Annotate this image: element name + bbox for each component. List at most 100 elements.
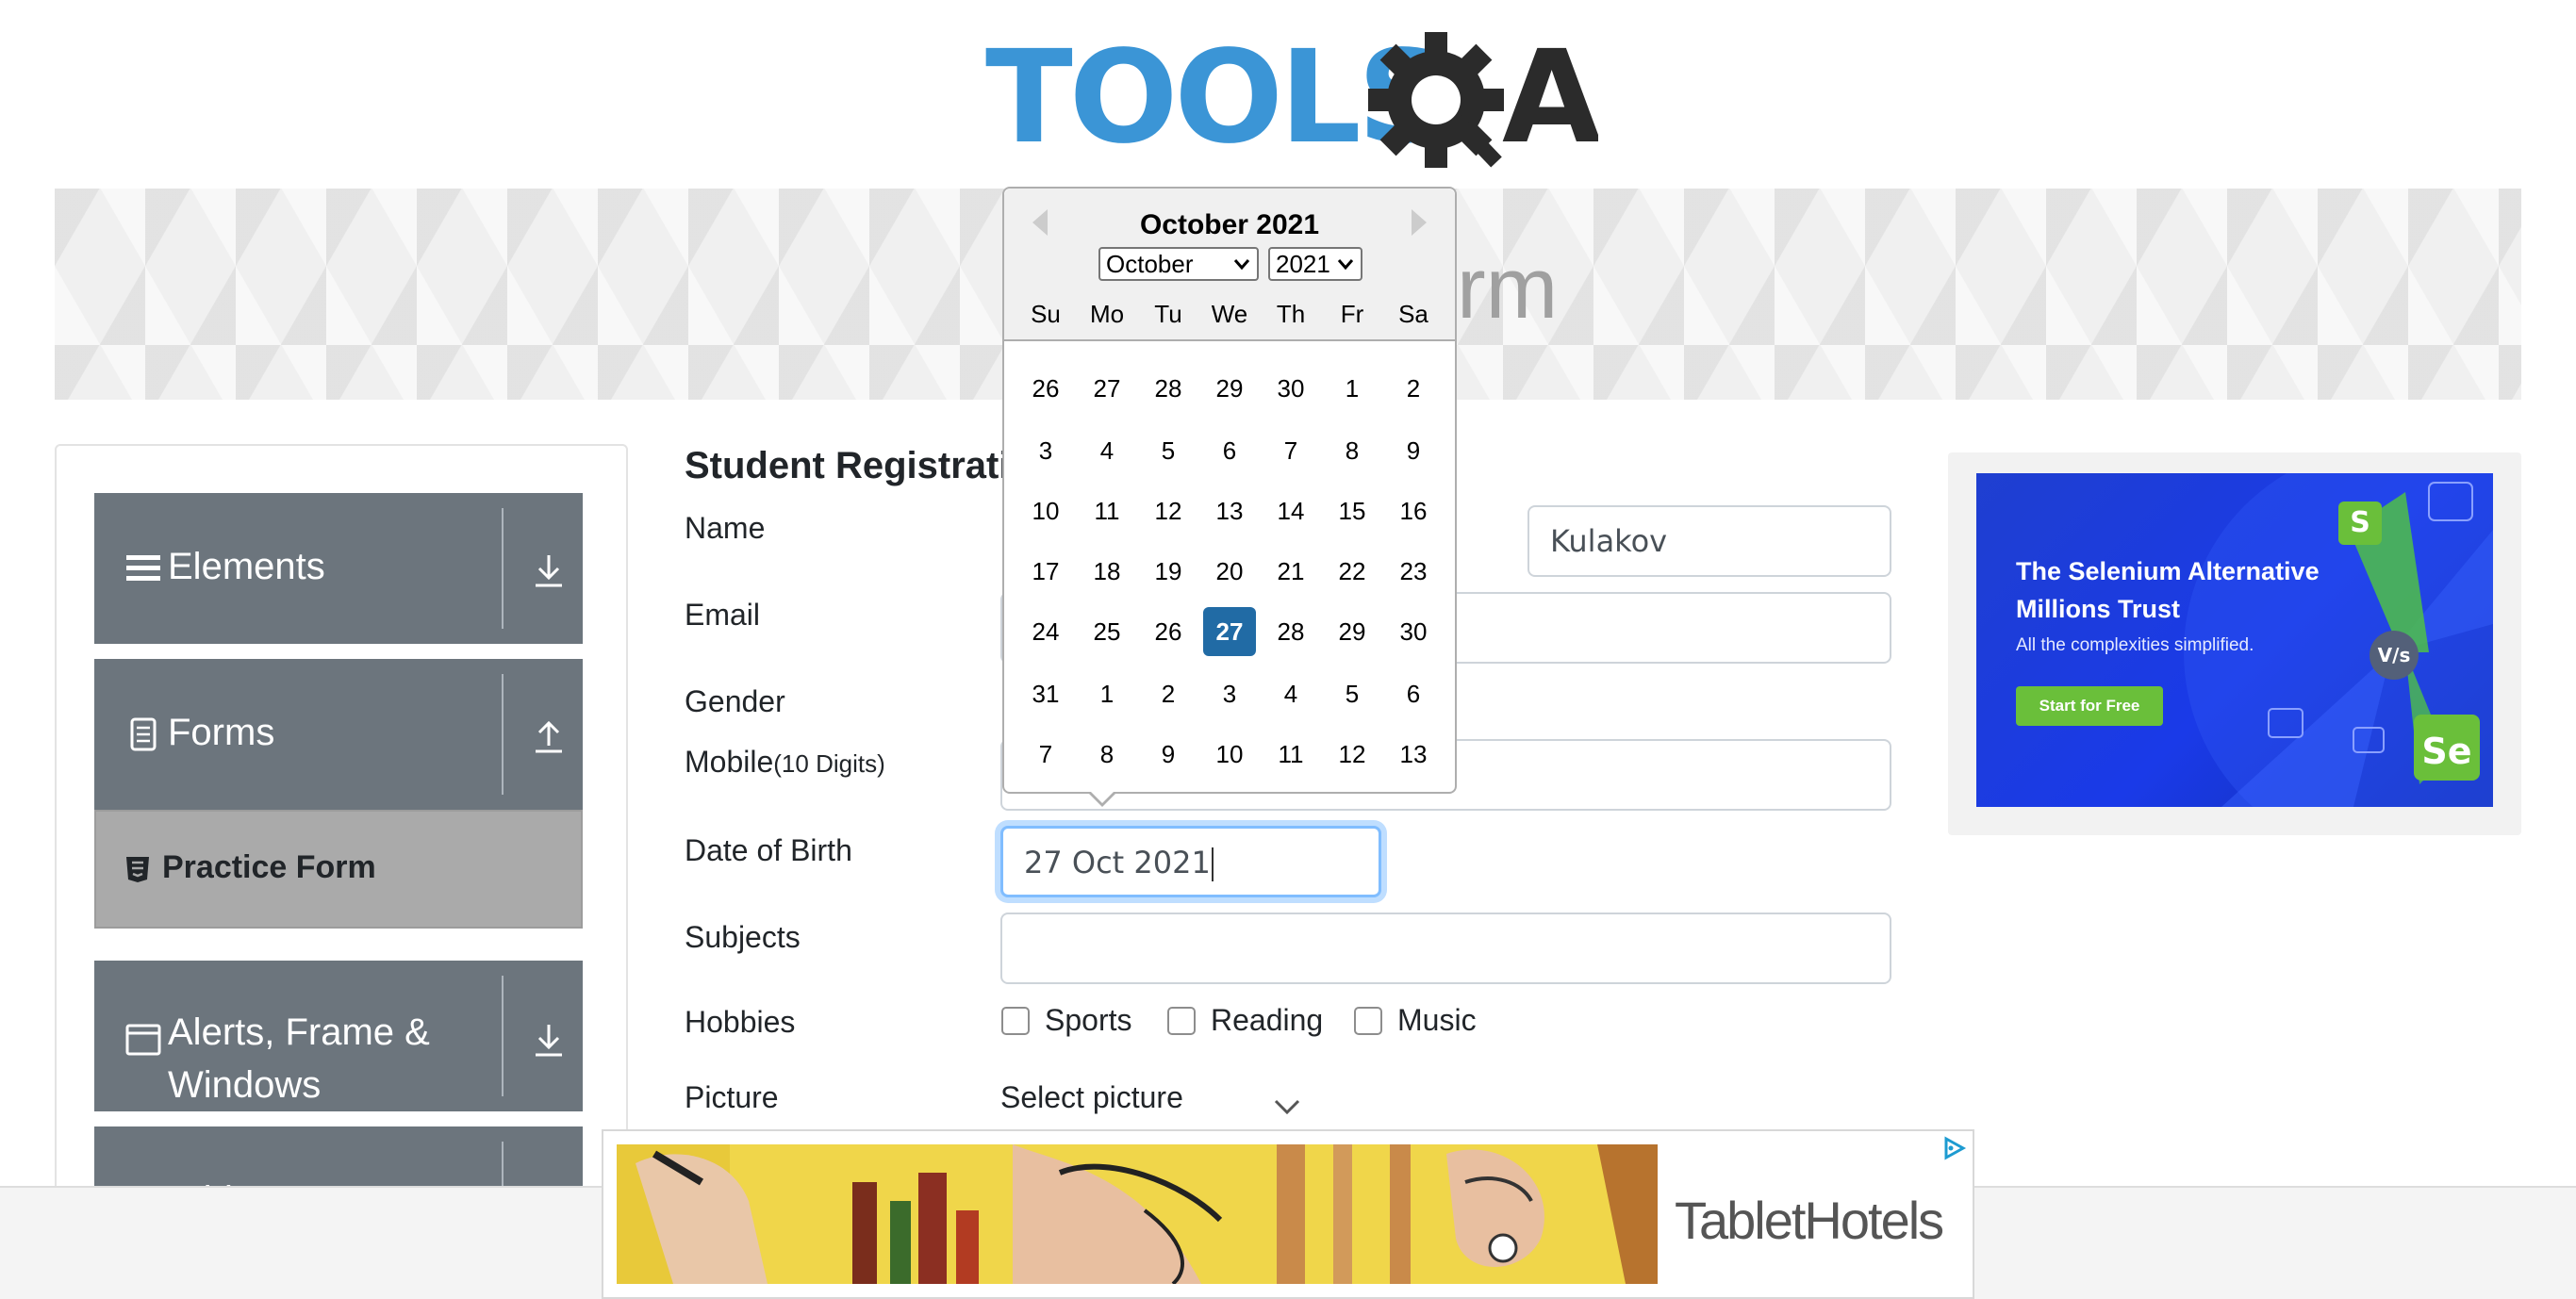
text-cursor <box>1211 847 1214 881</box>
calendar-day[interactable]: 29 <box>1203 364 1256 413</box>
html5-icon <box>126 857 149 882</box>
calendar-day[interactable]: 2 <box>1142 669 1195 718</box>
sidebar-group-label: Elements <box>168 546 325 587</box>
datepicker-popup: October 2021 October 2021 Su Mo Tu We Th Fr Sa… <box>1002 187 1457 794</box>
calendar-day[interactable]: 5 <box>1142 426 1195 475</box>
hobby-reading-checkbox[interactable]: Reading <box>1167 1003 1337 1041</box>
datepicker-header: October 2021 October 2021 Su Mo Tu We Th Fr Sa <box>1004 189 1455 341</box>
download-arrow-icon[interactable] <box>530 1019 568 1061</box>
calendar-day[interactable]: 31 <box>1019 669 1072 718</box>
calendar-day[interactable]: 14 <box>1264 486 1317 535</box>
form-document-icon <box>130 717 157 751</box>
toolsqa-logo[interactable]: TOOLS A <box>985 26 1598 173</box>
calendar-day[interactable]: 16 <box>1387 486 1440 535</box>
checkbox[interactable] <box>1167 1007 1196 1035</box>
calendar-day[interactable]: 22 <box>1326 547 1379 596</box>
calendar-day[interactable]: 1 <box>1081 669 1133 718</box>
divider <box>502 674 504 795</box>
start-for-free-button[interactable]: Start for Free <box>2016 686 2163 726</box>
hobby-sports-checkbox[interactable]: Sports <box>1001 1003 1152 1041</box>
date-of-birth-input[interactable]: 27 Oct 2021 <box>1000 826 1381 897</box>
calendar-day[interactable]: 4 <box>1081 426 1133 475</box>
calendar-day[interactable]: 12 <box>1142 486 1195 535</box>
chevron-down-icon[interactable] <box>1273 1097 1301 1116</box>
calendar-day[interactable]: 3 <box>1019 426 1072 475</box>
calendar-day[interactable]: 11 <box>1081 486 1133 535</box>
sidebar-group-alerts[interactable]: Alerts, Frame & Windows <box>94 961 583 1111</box>
calendar-day[interactable]: 11 <box>1264 730 1317 779</box>
year-select-value: 2021 <box>1276 250 1330 278</box>
hamburger-icon <box>126 555 160 581</box>
calendar-day[interactable]: 4 <box>1264 669 1317 718</box>
select-picture-button[interactable]: Select picture <box>1000 1080 1183 1115</box>
calendar-day[interactable]: 9 <box>1142 730 1195 779</box>
adchoices-icon[interactable] <box>1940 1135 1967 1161</box>
calendar-day[interactable]: 12 <box>1326 730 1379 779</box>
sidebar-group-elements[interactable]: Elements <box>94 493 583 644</box>
calendar-day[interactable]: 21 <box>1264 547 1317 596</box>
checkbox[interactable] <box>1354 1007 1382 1035</box>
calendar-day[interactable]: 30 <box>1387 607 1440 656</box>
svg-text:A: A <box>1502 26 1598 173</box>
weekday-label: Sa <box>1398 300 1428 328</box>
month-select[interactable]: October <box>1098 247 1259 281</box>
mobile-label-text: Mobile <box>685 745 774 779</box>
sidebar-group-label: Alerts, Frame & <box>168 1011 430 1053</box>
download-arrow-icon[interactable] <box>530 550 568 591</box>
picture-label: Picture <box>685 1080 779 1114</box>
calendar-day[interactable]: 3 <box>1203 669 1256 718</box>
calendar-day[interactable]: 24 <box>1019 607 1072 656</box>
year-select[interactable]: 2021 <box>1268 247 1362 281</box>
sidebar-item-label: Practice Form <box>162 849 376 885</box>
sidebar-group-forms[interactable]: Forms <box>94 659 583 810</box>
calendar-day[interactable]: 27 <box>1081 364 1133 413</box>
calendar-day[interactable]: 8 <box>1081 730 1133 779</box>
calendar-day[interactable]: 10 <box>1203 730 1256 779</box>
dob-label: Date of Birth <box>685 833 852 867</box>
calendar-day[interactable]: 5 <box>1326 669 1379 718</box>
calendar-day[interactable]: 15 <box>1326 486 1379 535</box>
datepicker-pointer-fill <box>1089 790 1115 803</box>
calendar-day[interactable]: 10 <box>1019 486 1072 535</box>
weekday-label: Fr <box>1340 300 1364 328</box>
calendar-day[interactable]: 6 <box>1203 426 1256 475</box>
calendar-day[interactable]: 2 <box>1387 364 1440 413</box>
ad-headline: The Selenium Alternative Millions Trust <box>2016 552 2374 628</box>
calendar-day[interactable]: 8 <box>1326 426 1379 475</box>
calendar-day[interactable]: 19 <box>1142 547 1195 596</box>
calendar-day-selected[interactable]: 27 <box>1203 607 1256 656</box>
calendar-day[interactable]: 6 <box>1387 669 1440 718</box>
calendar-day[interactable]: 26 <box>1142 607 1195 656</box>
weekday-label: We <box>1211 300 1248 328</box>
calendar-day[interactable]: 28 <box>1142 364 1195 413</box>
calendar-day[interactable]: 17 <box>1019 547 1072 596</box>
calendar-day[interactable]: 13 <box>1203 486 1256 535</box>
weekday-label: Th <box>1276 300 1306 328</box>
upload-arrow-icon[interactable] <box>530 715 568 757</box>
subjects-label: Subjects <box>685 920 801 954</box>
calendar-day[interactable]: 1 <box>1326 364 1379 413</box>
calendar-day[interactable]: 7 <box>1264 426 1317 475</box>
calendar-day[interactable]: 9 <box>1387 426 1440 475</box>
calendar-day[interactable]: 26 <box>1019 364 1072 413</box>
calendar-day[interactable]: 7 <box>1019 730 1072 779</box>
sidebar-item-practice-form[interactable]: Practice Form <box>94 810 583 929</box>
calendar-day[interactable]: 23 <box>1387 547 1440 596</box>
ad-bottom-banner[interactable]: TabletHotels <box>602 1129 1974 1299</box>
hobby-label: Music <box>1397 1003 1477 1037</box>
last-name-input[interactable]: Kulakov <box>1527 505 1891 577</box>
hobby-music-checkbox[interactable]: Music <box>1354 1003 1505 1041</box>
subjects-input[interactable] <box>1000 913 1891 984</box>
calendar-day[interactable]: 28 <box>1264 607 1317 656</box>
calendar-day[interactable]: 30 <box>1264 364 1317 413</box>
calendar-day[interactable]: 29 <box>1326 607 1379 656</box>
month-select-value: October <box>1106 250 1194 278</box>
calendar-day[interactable]: 13 <box>1387 730 1440 779</box>
next-month-icon[interactable] <box>1412 209 1427 236</box>
calendar-day[interactable]: 25 <box>1081 607 1133 656</box>
calendar-day[interactable]: 20 <box>1203 547 1256 596</box>
ad-right-banner[interactable]: The Selenium Alternative Millions Trust … <box>1976 473 2493 807</box>
checkbox[interactable] <box>1001 1007 1030 1035</box>
calendar-day[interactable]: 18 <box>1081 547 1133 596</box>
sidebar-group-label-line2: Windows <box>168 1064 322 1106</box>
